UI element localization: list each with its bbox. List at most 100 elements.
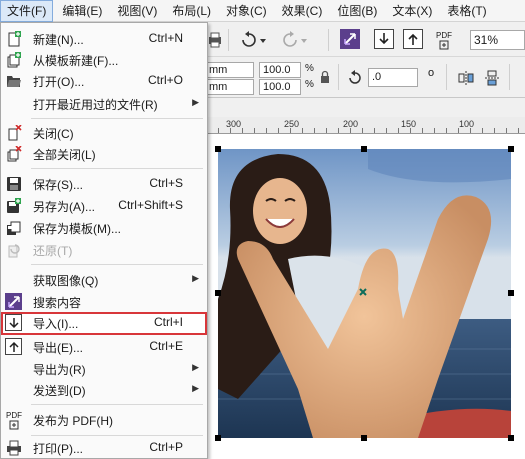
menu-file[interactable]: 文件(F) [0, 0, 54, 22]
export-icon [5, 338, 22, 355]
menu-table[interactable]: 表格(T) [441, 0, 492, 22]
selection-handle[interactable] [215, 290, 221, 296]
rotation-angle-field[interactable]: .0 [368, 68, 418, 87]
new-document-icon [5, 30, 23, 47]
menu-item-label: 新建(N)... [33, 33, 84, 47]
percent-x-label: % [305, 63, 314, 74]
lock-ratio-icon[interactable] [319, 70, 331, 84]
selection-handle[interactable] [361, 146, 367, 152]
percent-y-label: % [305, 79, 314, 90]
menu-item-label: 导出(E)... [33, 341, 83, 355]
menu-item-shortcut: Ctrl+Shift+S [118, 198, 183, 212]
drawing-canvas[interactable] [206, 134, 525, 459]
selection-handle[interactable] [508, 290, 514, 296]
menu-item-open[interactable]: 打开(O)... Ctrl+O [1, 70, 207, 91]
menu-item-label: 导出为(R) [33, 363, 86, 377]
menu-view[interactable]: 视图(V) [111, 0, 163, 22]
rotate-icon [346, 69, 364, 87]
menu-item-label: 搜索内容 [33, 296, 82, 310]
publish-pdf-icon[interactable]: PDF [432, 28, 456, 52]
menu-item-close-all[interactable]: 全部关闭(L) [1, 143, 207, 164]
submenu-arrow-icon: ▶ [192, 383, 199, 393]
unit-y-field[interactable]: mm [206, 79, 254, 95]
degree-symbol: o [428, 67, 435, 79]
menu-item-print[interactable]: 打印(P)... Ctrl+P [1, 437, 207, 458]
scale-x-field[interactable]: 100.0 [259, 62, 301, 78]
menu-object[interactable]: 对象(C) [220, 0, 273, 22]
menu-item-export-for[interactable]: 导出为(R) ▶ [1, 358, 207, 379]
menu-item-save-as[interactable]: 另存为(A)... Ctrl+Shift+S [1, 195, 207, 216]
menu-item-label: 发布为 PDF(H) [33, 414, 113, 428]
menu-item-close[interactable]: 关闭(C) [1, 122, 207, 143]
selected-photo[interactable] [218, 149, 511, 438]
search-content-icon[interactable] [340, 29, 360, 49]
menu-item-revert: 还原(T) [1, 239, 207, 260]
horizontal-ruler[interactable]: 300 250 200 150 100 [206, 117, 525, 134]
redo-icon[interactable] [281, 30, 311, 50]
menu-bar: 文件(F) 编辑(E) 视图(V) 布局(L) 对象(C) 效果(C) 位图(B… [0, 0, 525, 22]
menu-item-new[interactable]: 新建(N)... Ctrl+N [1, 28, 207, 49]
menu-item-import[interactable]: 导入(I)... Ctrl+I [1, 312, 207, 335]
menu-bitmaps[interactable]: 位图(B) [331, 0, 383, 22]
save-icon [5, 175, 23, 192]
menu-item-save-as-template[interactable]: 保存为模板(M)... [1, 217, 207, 238]
menu-item-label: 保存(S)... [33, 178, 83, 192]
menu-item-search-content[interactable]: 搜索内容 [1, 291, 207, 312]
selection-handle[interactable] [215, 435, 221, 441]
selection-handle[interactable] [508, 435, 514, 441]
menu-item-label: 保存为模板(M)... [33, 222, 121, 236]
pdf-icon-label: PDF [436, 30, 452, 40]
unit-x-field[interactable]: mm [206, 62, 254, 78]
scale-y-field[interactable]: 100.0 [259, 79, 301, 95]
publish-pdf-icon: PDF [5, 409, 23, 431]
menu-item-acquire-image[interactable]: 获取图像(Q) ▶ [1, 269, 207, 290]
selection-handle[interactable] [508, 146, 514, 152]
menu-layout[interactable]: 布局(L) [166, 0, 217, 22]
zoom-level-field[interactable]: 31% [470, 30, 525, 50]
file-menu-dropdown: 新建(N)... Ctrl+N 从模板新建(F)... 打开(O)... Ctr… [0, 22, 208, 459]
menu-item-open-recent[interactable]: 打开最近用过的文件(R) ▶ [1, 93, 207, 114]
menu-item-label: 获取图像(Q) [33, 274, 99, 288]
ruler-ticks [206, 128, 525, 133]
selection-handle[interactable] [361, 435, 367, 441]
property-bar: mm mm 100.0 100.0 % % .0 o [206, 58, 525, 98]
close-all-icon [5, 145, 23, 162]
menu-item-label: 另存为(A)... [33, 200, 95, 214]
new-from-template-icon [5, 51, 23, 68]
menu-item-label: 打印(P)... [33, 442, 83, 456]
menu-item-save[interactable]: 保存(S)... Ctrl+S [1, 173, 207, 194]
undo-icon[interactable] [238, 30, 268, 50]
import-icon [5, 314, 22, 331]
menu-text[interactable]: 文本(X) [386, 0, 438, 22]
pdf-icon-label: PDF [6, 410, 22, 420]
submenu-arrow-icon: ▶ [192, 273, 199, 283]
submenu-arrow-icon: ▶ [192, 362, 199, 372]
menu-item-label: 关闭(C) [33, 127, 74, 141]
menu-item-label: 还原(T) [33, 244, 73, 258]
menu-item-shortcut: Ctrl+I [153, 315, 183, 329]
menu-item-shortcut: Ctrl+S [149, 176, 183, 190]
standard-toolbar: PDF 31% [206, 23, 525, 57]
export-icon[interactable] [403, 29, 423, 49]
print-icon [5, 439, 23, 456]
menu-item-publish-pdf[interactable]: PDF 发布为 PDF(H) [1, 408, 207, 432]
menu-effects[interactable]: 效果(C) [276, 0, 329, 22]
menu-item-new-from-template[interactable]: 从模板新建(F)... [1, 49, 207, 70]
import-icon[interactable] [374, 29, 394, 49]
selection-handle[interactable] [215, 146, 221, 152]
mirror-horizontal-icon[interactable] [456, 68, 476, 88]
menu-item-label: 全部关闭(L) [33, 148, 96, 162]
menu-separator [31, 435, 203, 436]
menu-item-send-to[interactable]: 发送到(D) ▶ [1, 379, 207, 400]
menu-separator [31, 264, 203, 265]
menu-item-export[interactable]: 导出(E)... Ctrl+E [1, 336, 207, 357]
menu-item-shortcut: Ctrl+O [147, 73, 183, 87]
print-icon[interactable] [208, 31, 222, 49]
open-folder-icon [5, 72, 23, 89]
menu-item-shortcut: Ctrl+N [148, 31, 183, 45]
menu-separator [31, 118, 203, 119]
menu-edit[interactable]: 编辑(E) [56, 0, 108, 22]
mirror-vertical-icon[interactable] [482, 68, 502, 88]
save-as-icon [5, 197, 23, 214]
submenu-arrow-icon: ▶ [192, 97, 199, 107]
